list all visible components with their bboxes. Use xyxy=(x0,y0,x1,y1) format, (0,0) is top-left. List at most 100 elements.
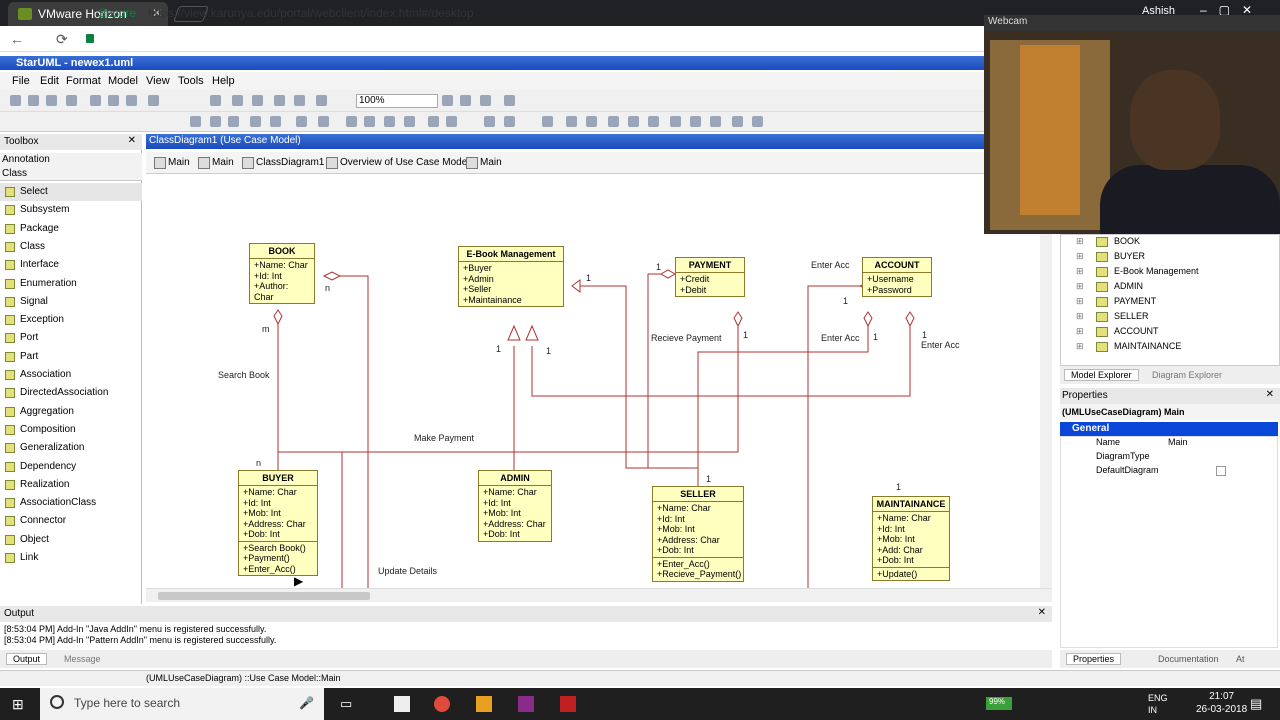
tab-main[interactable]: Main xyxy=(154,157,190,169)
order-icon[interactable] xyxy=(670,116,681,127)
order-icon[interactable] xyxy=(732,116,743,127)
explorer-item[interactable]: ⊞ MAINTAINANCE xyxy=(1076,341,1181,352)
explorer-item[interactable]: ⊞ BOOK xyxy=(1076,236,1140,247)
explorer-item[interactable]: ⊞ ADMIN xyxy=(1076,281,1143,292)
reload-icon[interactable]: ⟳ xyxy=(56,31,68,48)
property-row-name[interactable]: Name Main xyxy=(1060,437,1278,451)
layout-icon[interactable] xyxy=(274,95,285,106)
assoc-label-enter-acc[interactable]: Enter Acc xyxy=(811,260,850,270)
settings-icon[interactable] xyxy=(504,95,515,106)
size-icon[interactable] xyxy=(648,116,659,127)
property-row-defaultdiagram[interactable]: DefaultDiagram xyxy=(1060,465,1278,479)
property-row-diagramtype[interactable]: DiagramType xyxy=(1060,451,1278,465)
assoc-label-search-book[interactable]: Search Book xyxy=(218,370,270,380)
expand-icon[interactable]: ⊞ xyxy=(1076,296,1084,307)
toolbox-section-annotation[interactable]: Annotation xyxy=(0,153,142,167)
app-icon[interactable] xyxy=(518,696,534,712)
class-admin[interactable]: ADMIN +Name: Char +Id: Int +Mob: Int +Ad… xyxy=(478,470,552,542)
line-color-icon[interactable] xyxy=(210,116,221,127)
paste-icon[interactable] xyxy=(126,95,137,106)
expand-icon[interactable]: ⊞ xyxy=(1076,266,1084,277)
close-icon[interactable]: ✕ xyxy=(128,135,136,146)
expand-icon[interactable]: ⊞ xyxy=(1076,281,1084,292)
find-icon[interactable] xyxy=(210,95,221,106)
tab-properties[interactable]: Properties xyxy=(1066,653,1122,665)
zoom-out-icon[interactable] xyxy=(460,95,471,106)
tool-directedassociation[interactable]: DirectedAssociation xyxy=(0,384,142,402)
tab-model-explorer[interactable]: Model Explorer xyxy=(1064,369,1139,381)
app-icon[interactable] xyxy=(476,696,492,712)
explorer-item[interactable]: ⊞ SELLER xyxy=(1076,311,1149,322)
auto-layout-icon[interactable] xyxy=(542,116,553,127)
explorer-item[interactable]: ⊞ ACCOUNT xyxy=(1076,326,1159,337)
size-icon[interactable] xyxy=(586,116,597,127)
align-left-icon[interactable] xyxy=(346,116,357,127)
menu-tools[interactable]: Tools xyxy=(178,75,204,87)
assoc-label-enter-acc[interactable]: Enter Acc xyxy=(821,333,860,343)
size-icon[interactable] xyxy=(608,116,619,127)
tool-signal[interactable]: Signal xyxy=(0,293,142,311)
explorer-item[interactable]: ⊞ PAYMENT xyxy=(1076,296,1156,307)
class-ebook-management[interactable]: E-Book Management +Buyer +Admin +Seller … xyxy=(458,246,564,307)
file-icon[interactable] xyxy=(394,696,410,712)
taskbar-search[interactable]: Type here to search 🎤 xyxy=(40,688,324,720)
menu-model[interactable]: Model xyxy=(108,75,138,87)
order-icon[interactable] xyxy=(690,116,701,127)
notifications-icon[interactable]: ▤ xyxy=(1250,696,1262,712)
order-icon[interactable] xyxy=(710,116,721,127)
align-icon[interactable] xyxy=(318,116,329,127)
open-icon[interactable] xyxy=(28,95,39,106)
font-icon[interactable] xyxy=(190,116,201,127)
explorer-item[interactable]: ⊞ E-Book Management xyxy=(1076,266,1199,277)
save-icon[interactable] xyxy=(46,95,57,106)
size-icon[interactable] xyxy=(628,116,639,127)
tool-object[interactable]: Object xyxy=(0,531,142,549)
tab-classdiagram1[interactable]: ClassDiagram1 xyxy=(242,157,324,169)
tool-exception[interactable]: Exception xyxy=(0,311,142,329)
tool-select[interactable]: Select xyxy=(0,183,142,201)
tab-overview[interactable]: Overview of Use Case Model xyxy=(326,157,470,169)
style-icon[interactable] xyxy=(250,116,261,127)
tool-aggregation[interactable]: Aggregation xyxy=(0,403,142,421)
space-icon[interactable] xyxy=(484,116,495,127)
vertical-scrollbar[interactable] xyxy=(1040,176,1052,588)
new-icon[interactable] xyxy=(10,95,21,106)
assoc-label-recieve-payment[interactable]: Recieve Payment xyxy=(651,333,722,343)
class-buyer[interactable]: BUYER +Name: Char +Id: Int +Mob: Int +Ad… xyxy=(238,470,318,576)
delete-icon[interactable] xyxy=(148,95,159,106)
horizontal-scrollbar[interactable] xyxy=(146,588,1052,602)
menu-help[interactable]: Help xyxy=(212,75,235,87)
tool-generalization[interactable]: Generalization xyxy=(0,439,142,457)
expand-icon[interactable]: ⊞ xyxy=(1076,341,1084,352)
tool-port[interactable]: Port xyxy=(0,329,142,347)
print-icon[interactable] xyxy=(66,95,77,106)
toolbox-section-class[interactable]: Class xyxy=(0,167,142,181)
task-view-icon[interactable]: ▭ xyxy=(340,696,352,712)
tab-output[interactable]: Output xyxy=(6,653,48,665)
align-icon[interactable] xyxy=(296,116,307,127)
class-book[interactable]: BOOK +Name: Char +Id: Int +Author: Char xyxy=(249,243,315,304)
menu-format[interactable]: Format xyxy=(66,75,101,87)
layout-icon[interactable] xyxy=(252,95,263,106)
assoc-label-make-payment[interactable]: Make Payment xyxy=(414,433,474,443)
tab-documentation[interactable]: Documentation xyxy=(1158,654,1219,664)
tab-diagram-explorer[interactable]: Diagram Explorer xyxy=(1152,370,1222,380)
expand-icon[interactable]: ⊞ xyxy=(1076,326,1084,337)
color-icon[interactable] xyxy=(316,95,327,106)
menu-view[interactable]: View xyxy=(146,75,170,87)
assoc-label-enter-acc[interactable]: Enter Acc xyxy=(921,340,960,350)
microphone-icon[interactable]: 🎤 xyxy=(299,696,314,710)
front-icon[interactable] xyxy=(428,116,439,127)
tool-interface[interactable]: Interface xyxy=(0,256,142,274)
space-icon[interactable] xyxy=(504,116,515,127)
app-icon[interactable] xyxy=(560,696,576,712)
close-icon[interactable]: ✕ xyxy=(1266,389,1274,400)
expand-icon[interactable]: ⊞ xyxy=(1076,251,1084,262)
zoom-select[interactable]: 100% xyxy=(356,94,438,108)
zoom-fit-icon[interactable] xyxy=(480,95,491,106)
menu-edit[interactable]: Edit xyxy=(40,75,59,87)
expand-icon[interactable]: ⊞ xyxy=(1076,236,1084,247)
browser-tab[interactable]: VMware Horizon ✕ xyxy=(8,2,168,26)
diagram-canvas[interactable]: BOOK +Name: Char +Id: Int +Author: Char … xyxy=(146,176,1052,588)
default-diagram-checkbox[interactable] xyxy=(1216,466,1226,476)
